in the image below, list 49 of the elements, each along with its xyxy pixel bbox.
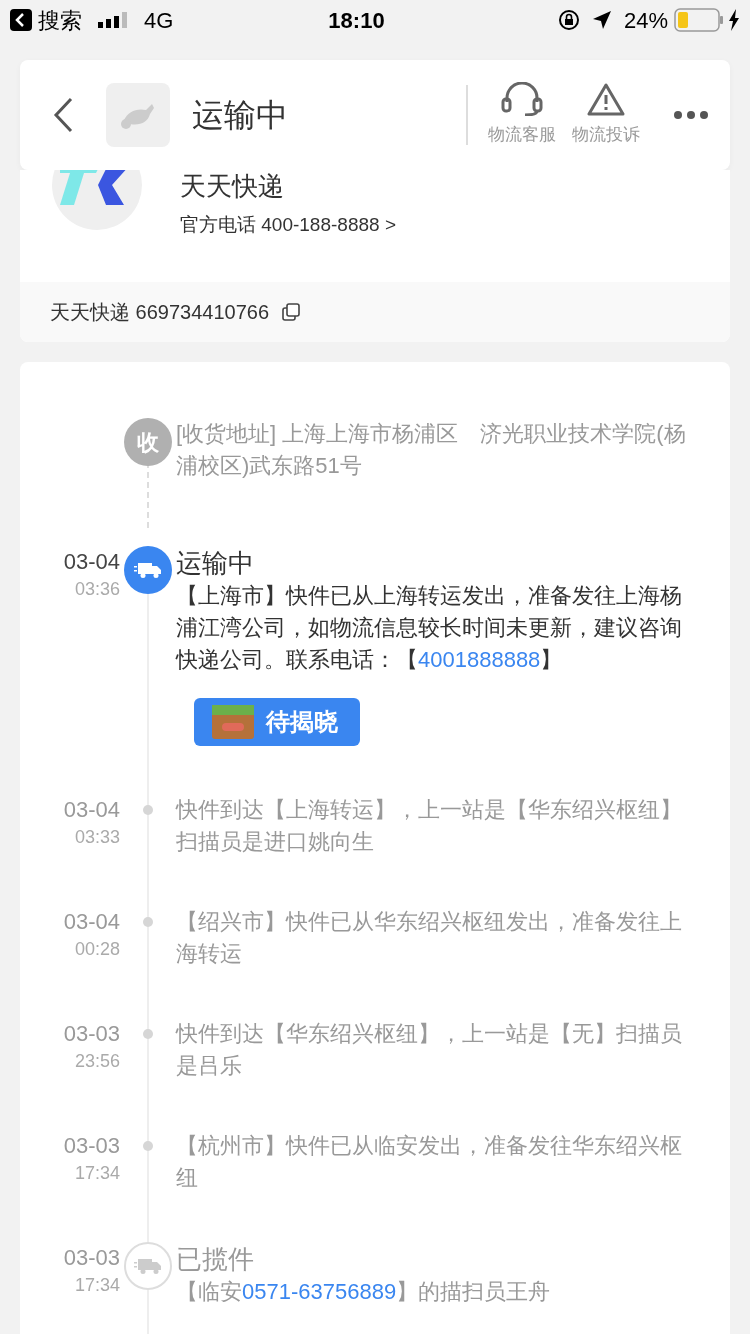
event-date: 03-03 [63, 1244, 120, 1272]
receive-badge: 收 [124, 418, 172, 466]
clock: 18:10 [328, 6, 385, 35]
event-date: 03-03 [63, 1020, 120, 1048]
carrier-phone[interactable]: 官方电话 400-188-8888 > [180, 210, 396, 240]
complaint-button[interactable]: 物流投诉 [572, 82, 640, 148]
charging-icon [728, 9, 740, 31]
service-button[interactable]: 物流客服 [488, 82, 556, 148]
event-time: 17:34 [74, 1274, 120, 1297]
more-button[interactable] [674, 111, 708, 119]
event-text: 【上海市】快件已从上海转运发出，准备发往上海杨浦江湾公司，如物流信息较长时间未更新，建议咨询快递公司。联系电话：【4001888888】 [176, 582, 683, 674]
event-text: 【绍兴市】快件已从华东绍兴枢纽发出，准备发往上海转运 [176, 908, 683, 968]
warning-icon [587, 82, 625, 117]
phone-link[interactable]: 4001888888 [418, 647, 541, 672]
phone-link[interactable]: 0571-63756889 [242, 1279, 397, 1304]
event-text: [收货地址] 上海上海市杨浦区 济光职业技术学院(杨浦校区)武东路51号 [176, 420, 687, 480]
back-icon [52, 97, 74, 133]
signal-icon [98, 12, 128, 28]
back-label[interactable]: 搜索 [38, 3, 82, 37]
network-label: 4G [144, 6, 174, 35]
page-title: 运输中 [192, 96, 288, 135]
status-title: 已揽件 [176, 1243, 255, 1276]
rotation-lock-icon [557, 9, 580, 31]
status-title: 运输中 [176, 547, 255, 580]
battery-percent: 24% [623, 6, 668, 35]
truck-icon [134, 1257, 162, 1275]
tracking-number: 天天快递 669734410766 [50, 300, 270, 325]
event-time: 17:34 [74, 1162, 120, 1185]
event-date: 03-04 [63, 908, 120, 936]
event-text: 快件到达【上海转运】，上一站是【华东绍兴枢纽】扫描员是进口姚向生 [176, 796, 683, 856]
truck-icon [134, 561, 162, 579]
event-date: 03-04 [63, 796, 120, 824]
event-date: 03-04 [63, 548, 120, 576]
copy-icon[interactable] [281, 302, 302, 322]
event-text: 【临安0571-63756889】的描扫员王舟 [176, 1278, 552, 1306]
carrier-name: 天天快递 [180, 170, 285, 202]
event-text: 【杭州市】快件已从临安发出，准备发往华东绍兴枢纽 [176, 1132, 683, 1192]
event-time: 23:56 [74, 1050, 120, 1073]
event-time: 03:36 [74, 578, 120, 601]
back-icon[interactable] [10, 9, 32, 31]
reveal-button[interactable]: 待揭晓 [194, 698, 360, 746]
event-time: 03:33 [74, 826, 120, 849]
cartoon-box-icon [210, 703, 256, 741]
location-icon [591, 10, 612, 30]
event-text: 快件到达【华东绍兴枢纽】，上一站是【无】扫描员是吕乐 [176, 1020, 683, 1080]
event-date: 03-03 [63, 1132, 120, 1160]
headset-icon [501, 82, 543, 117]
battery-icon [674, 8, 724, 32]
event-time: 00:28 [74, 938, 120, 961]
